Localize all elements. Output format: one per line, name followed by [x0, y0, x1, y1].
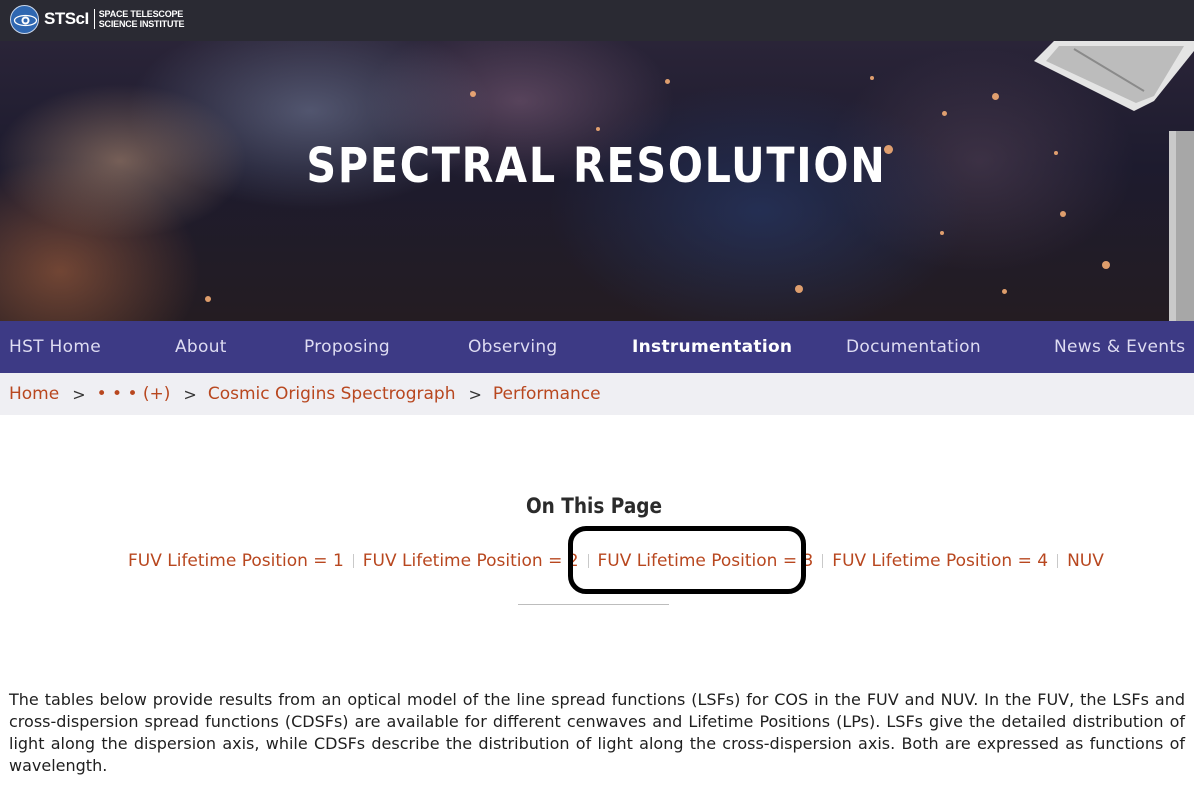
breadcrumb-bar: Home > • • • (+) > Cosmic Origins Spectr…	[0, 373, 1194, 415]
page-title: SPECTRAL RESOLUTION	[306, 138, 887, 194]
nav-item-instrumentation[interactable]: Instrumentation	[632, 337, 792, 357]
nav-item-observing[interactable]: Observing	[468, 337, 558, 357]
intro-paragraph: The tables below provide results from an…	[9, 690, 1185, 775]
anchor-link-fuv-lp2[interactable]: FUV Lifetime Position = 2	[363, 551, 579, 571]
link-divider	[352, 554, 354, 568]
logo-divider	[93, 9, 95, 29]
breadcrumb-cos[interactable]: Cosmic Origins Spectrograph	[208, 384, 456, 404]
nav-item-documentation[interactable]: Documentation	[846, 337, 981, 357]
link-divider	[1057, 554, 1059, 568]
link-divider	[822, 554, 824, 568]
logo-name-line2: SCIENCE INSTITUTE	[98, 19, 185, 29]
stsci-logo-icon	[10, 4, 39, 34]
stsci-logo[interactable]: STScI SPACE TELESCOPE SCIENCE INSTITUTE	[10, 4, 185, 34]
nav-item-hst-home[interactable]: HST Home	[9, 337, 101, 357]
breadcrumb-separator: >	[468, 384, 482, 404]
nav-item-news-events[interactable]: News & Events	[1054, 337, 1185, 357]
logo-abbreviation: STScI	[44, 9, 89, 28]
breadcrumb: Home > • • • (+) > Cosmic Origins Spectr…	[9, 384, 601, 404]
breadcrumb-home[interactable]: Home	[9, 384, 59, 404]
logo-name: SPACE TELESCOPE SCIENCE INSTITUTE	[99, 9, 185, 29]
nav-item-about[interactable]: About	[175, 337, 227, 357]
hero-banner: SPECTRAL RESOLUTION	[0, 41, 1194, 321]
breadcrumb-expand[interactable]: • • • (+)	[97, 384, 171, 404]
main-nav: HST Home About Proposing Observing Instr…	[0, 321, 1194, 373]
highlight-outline	[568, 526, 806, 594]
breadcrumb-performance[interactable]: Performance	[493, 384, 601, 404]
anchor-link-fuv-lp1[interactable]: FUV Lifetime Position = 1	[128, 551, 344, 571]
breadcrumb-separator: >	[183, 384, 197, 404]
anchor-link-nuv[interactable]: NUV	[1067, 551, 1104, 571]
logo-name-line1: SPACE TELESCOPE	[98, 9, 184, 19]
breadcrumb-separator: >	[72, 384, 86, 404]
section-divider	[518, 604, 669, 605]
top-bar: STScI SPACE TELESCOPE SCIENCE INSTITUTE	[0, 0, 1194, 41]
nav-item-proposing[interactable]: Proposing	[304, 337, 390, 357]
anchor-link-fuv-lp4[interactable]: FUV Lifetime Position = 4	[832, 551, 1048, 571]
on-this-page-heading: On This Page	[525, 494, 663, 518]
